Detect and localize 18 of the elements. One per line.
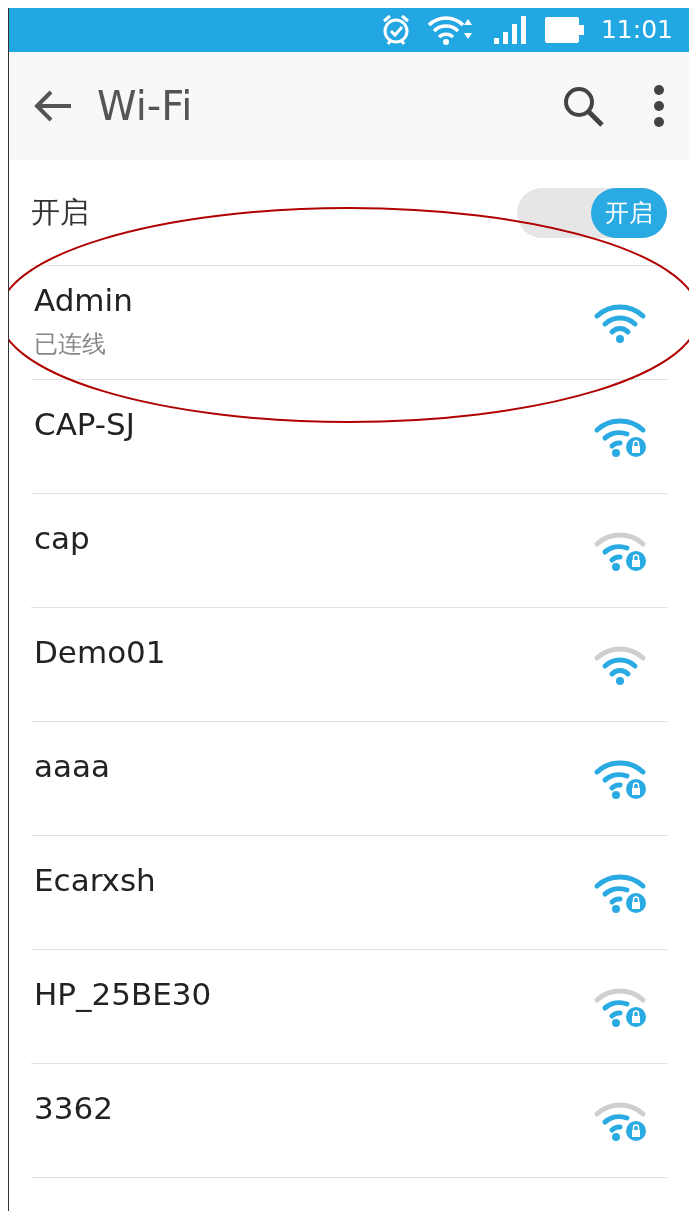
cell-signal-icon xyxy=(492,16,529,44)
screen-title: Wi-Fi xyxy=(97,82,193,131)
status-time: 11:01 xyxy=(600,14,673,47)
wifi-label: 开启 xyxy=(31,193,89,231)
network-name[interactable]: 3362 xyxy=(34,1091,113,1126)
alarm-clock-icon xyxy=(380,14,411,46)
network-name[interactable]: Demo01 xyxy=(34,635,166,670)
search-icon[interactable] xyxy=(561,84,605,128)
back-arrow-icon[interactable] xyxy=(33,89,73,123)
network-name[interactable]: Admin xyxy=(34,283,133,318)
network-name[interactable]: aaaa xyxy=(34,749,110,784)
network-name[interactable]: CAP-SJ xyxy=(34,407,135,442)
connection-status: 已连线 xyxy=(34,328,107,360)
network-name[interactable]: cap xyxy=(34,521,90,556)
more-options-icon[interactable] xyxy=(653,85,665,127)
network-name[interactable]: HP_25BE30 xyxy=(34,977,212,1012)
network-name[interactable]: Ecarxsh xyxy=(34,863,156,898)
battery-icon xyxy=(544,17,585,43)
